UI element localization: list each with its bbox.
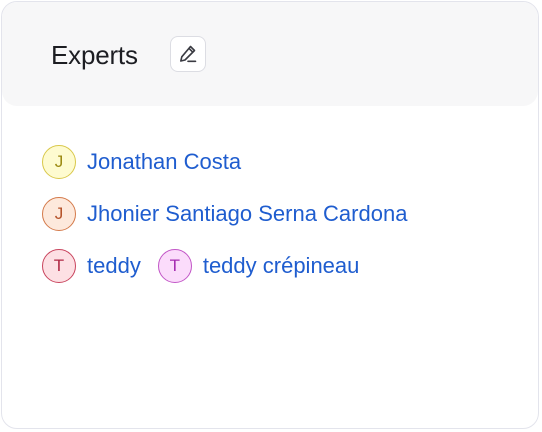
edit-button[interactable] <box>170 36 206 72</box>
avatar: J <box>42 197 76 231</box>
card-title: Experts <box>51 40 138 70</box>
expert-name[interactable]: Jonathan Costa <box>87 147 241 177</box>
expert-row: T teddy T teddy crépineau <box>42 248 522 284</box>
pencil-edit-icon <box>180 45 197 63</box>
expert-link-teddy-crepineau[interactable]: T teddy crépineau <box>157 248 360 284</box>
avatar: T <box>157 249 192 283</box>
expert-link-jhonier-santiago-serna-cardona[interactable]: J Jhonier Santiago Serna Cardona <box>42 196 407 232</box>
avatar: T <box>42 249 76 283</box>
expert-link-jonathan-costa[interactable]: J Jonathan Costa <box>42 144 241 180</box>
avatar: J <box>42 145 76 179</box>
expert-name[interactable]: teddy <box>87 251 141 281</box>
experts-card: Experts J Jonathan Costa J Jhonier Santi… <box>1 1 539 429</box>
card-header: Experts <box>2 2 538 106</box>
expert-row: J Jhonier Santiago Serna Cardona <box>42 196 522 232</box>
expert-name[interactable]: Jhonier Santiago Serna Cardona <box>87 199 407 229</box>
expert-name[interactable]: teddy crépineau <box>203 251 360 281</box>
expert-row: J Jonathan Costa <box>42 144 522 180</box>
expert-link-teddy[interactable]: T teddy <box>42 248 141 284</box>
expert-list: J Jonathan Costa J Jhonier Santiago Sern… <box>42 144 522 300</box>
